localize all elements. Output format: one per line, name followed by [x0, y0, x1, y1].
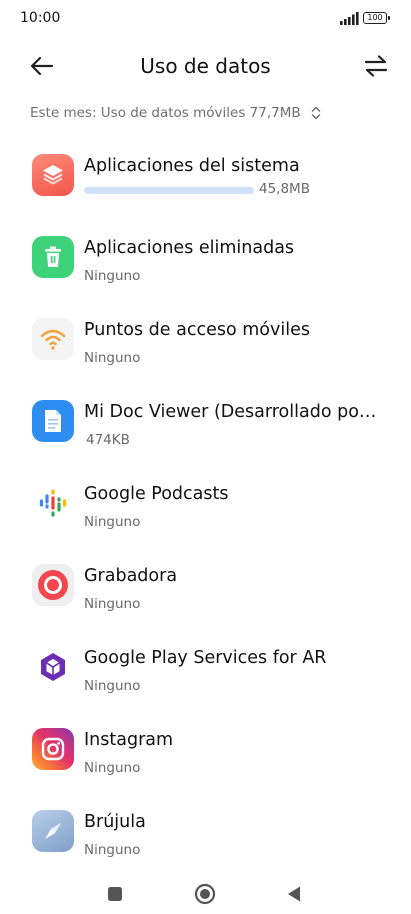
swap-arrows-icon: [364, 55, 388, 77]
app-name: Google Play Services for AR: [84, 648, 327, 668]
app-name: Instagram: [84, 730, 174, 750]
period-selector[interactable]: Este mes: Uso de datos móviles 77,7MB: [30, 105, 321, 121]
app-usage: Ninguno: [84, 842, 141, 858]
usage-bar: 45,8MB: [84, 181, 310, 197]
period-label: Este mes: Uso de datos móviles 77,7MB: [30, 105, 301, 121]
instagram-icon: [32, 728, 74, 770]
signal-icon: [340, 12, 359, 25]
list-item-google-podcasts[interactable]: Google Podcasts Ninguno: [0, 462, 411, 544]
layers-icon: [32, 154, 74, 196]
app-name: Google Podcasts: [84, 484, 229, 504]
expand-updown-icon: [311, 106, 320, 120]
app-usage: Ninguno: [84, 678, 141, 694]
app-usage: Ninguno: [84, 514, 141, 530]
app-usage: Ninguno: [84, 760, 141, 776]
status-time: 10:00: [20, 10, 61, 26]
compass-icon: [32, 810, 74, 852]
app-bar: Uso de datos: [0, 38, 411, 98]
list-item-grabadora[interactable]: Grabadora Ninguno: [0, 544, 411, 626]
recorder-icon: [32, 564, 74, 606]
list-item-instagram[interactable]: Instagram Ninguno: [0, 708, 411, 790]
recent-apps-button[interactable]: [95, 874, 135, 914]
app-name: Brújula: [84, 812, 146, 832]
trash-icon: [32, 236, 74, 278]
list-item-play-services-ar[interactable]: Google Play Services for AR Ninguno: [0, 626, 411, 708]
app-name: Aplicaciones eliminadas: [84, 238, 295, 258]
app-usage: 45,8MB: [259, 181, 310, 197]
battery-icon: 100: [363, 12, 390, 24]
app-name: Mi Doc Viewer (Desarrollado por…: [84, 402, 379, 422]
home-button[interactable]: [185, 874, 225, 914]
app-usage: Ninguno: [84, 350, 141, 366]
square-icon: [108, 887, 122, 901]
status-bar: 10:00 100: [0, 0, 411, 38]
list-item-system-apps[interactable]: Aplicaciones del sistema 45,8MB: [0, 134, 411, 216]
list-item-deleted-apps[interactable]: Aplicaciones eliminadas Ninguno: [0, 216, 411, 298]
app-name: Aplicaciones del sistema: [84, 156, 300, 176]
battery-level: 100: [367, 13, 383, 22]
app-name: Puntos de acceso móviles: [84, 320, 310, 340]
app-usage: Ninguno: [84, 268, 141, 284]
app-list: Aplicaciones del sistema 45,8MB Aplicaci…: [0, 134, 411, 872]
navigation-bar: [0, 868, 411, 914]
arcore-icon: [32, 646, 74, 688]
list-item-mi-doc-viewer[interactable]: Mi Doc Viewer (Desarrollado por… 474KB: [0, 380, 411, 462]
app-usage: 474KB: [86, 432, 130, 448]
home-circle-icon: [194, 883, 216, 905]
triangle-back-icon: [288, 886, 300, 902]
page-title: Uso de datos: [140, 54, 271, 78]
usage-bar-fill: [84, 187, 254, 194]
wifi-hotspot-icon: [32, 318, 74, 360]
switch-sim-button[interactable]: [356, 50, 396, 82]
app-name: Grabadora: [84, 566, 178, 586]
list-item-brujula[interactable]: Brújula Ninguno: [0, 790, 411, 872]
list-item-hotspot[interactable]: Puntos de acceso móviles Ninguno: [0, 298, 411, 380]
back-nav-button[interactable]: [274, 874, 314, 914]
podcasts-icon: [32, 482, 74, 524]
document-icon: [32, 400, 74, 442]
app-usage: Ninguno: [84, 596, 141, 612]
